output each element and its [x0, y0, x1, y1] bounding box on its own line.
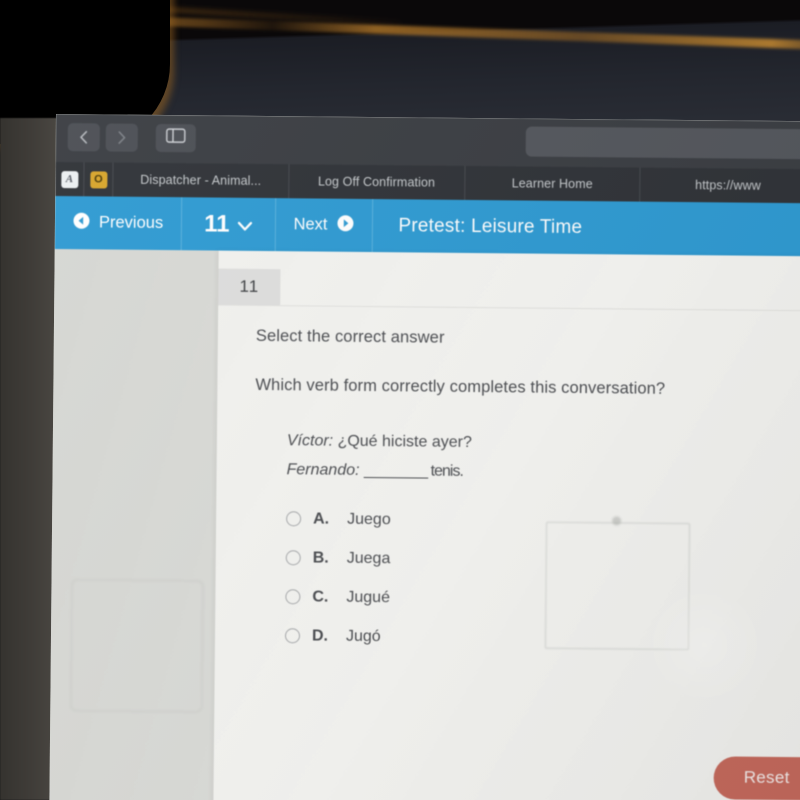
page-background: 11 Select the correct answer Which verb … — [49, 248, 800, 800]
favicon-a-button[interactable]: A — [55, 161, 85, 197]
tab-log-off-confirmation[interactable]: Log Off Confirmation — [288, 164, 466, 200]
option-letter: C. — [312, 587, 329, 606]
tab-learner-home[interactable]: Learner Home — [464, 165, 641, 202]
chevron-right-icon — [115, 130, 129, 146]
laptop-screen-photo: f2. A O Dispatcher - Animal... Log Off C… — [0, 0, 800, 800]
dialogue-speaker: Fernando: — [286, 461, 360, 479]
arrow-left-circle-icon — [73, 212, 90, 234]
back-button[interactable] — [67, 123, 100, 152]
question-card: 11 Select the correct answer Which verb … — [213, 250, 800, 800]
option-text: Juega — [346, 549, 391, 567]
dialogue-speaker: Víctor: — [286, 432, 334, 450]
option-d[interactable]: D. Jugó — [284, 616, 685, 659]
chevron-left-icon — [77, 129, 91, 145]
address-bar[interactable]: f2. — [525, 126, 800, 160]
option-b[interactable]: B. Juega — [285, 538, 686, 581]
answer-options: A. Juego B. Juega C. Jugué D. Jugó — [284, 499, 686, 659]
tab-dispatcher[interactable]: Dispatcher - Animal... — [113, 162, 290, 199]
option-text: Jugué — [346, 588, 391, 606]
chevron-down-icon — [236, 210, 252, 238]
option-letter: D. — [311, 626, 329, 645]
page-number: 11 — [204, 209, 230, 238]
card-divider — [218, 304, 800, 312]
option-a[interactable]: A. Juego — [286, 499, 686, 542]
assessment-title: Pretest: Leisure Time — [372, 199, 600, 254]
tab-label: Log Off Confirmation — [317, 174, 436, 190]
screen-reflection-left — [70, 579, 204, 713]
browser-window: f2. A O Dispatcher - Animal... Log Off C… — [49, 114, 800, 800]
option-text: Juego — [347, 510, 391, 528]
sidebar-toggle-button[interactable] — [155, 123, 196, 153]
favicon-a-icon: A — [60, 170, 78, 188]
option-letter: A. — [313, 509, 330, 528]
browser-toolbar: f2. — [55, 114, 800, 170]
favicon-o-button[interactable]: O — [84, 162, 114, 197]
previous-button[interactable]: Previous — [54, 195, 183, 251]
favicon-o-icon: O — [89, 170, 107, 188]
dialogue-text: ________ tenis. — [363, 461, 463, 480]
option-letter: B. — [312, 548, 329, 567]
radio-button-c[interactable] — [285, 589, 301, 605]
next-button[interactable]: Next — [275, 198, 373, 253]
assessment-title-text: Pretest: Leisure Time — [398, 214, 583, 238]
tab-current-page[interactable]: https://www — [640, 168, 800, 204]
question-text: Which verb form correctly completes this… — [255, 375, 666, 398]
option-text: Jugó — [345, 627, 381, 645]
arrow-right-circle-icon — [336, 214, 353, 236]
page-number-selector[interactable]: 11 — [181, 197, 276, 252]
previous-label: Previous — [98, 213, 164, 233]
reset-button[interactable]: Reset — [713, 756, 800, 800]
dialogue-text: ¿Qué hiciste ayer? — [337, 432, 472, 452]
radio-button-b[interactable] — [285, 550, 301, 566]
tab-label: https://www — [695, 178, 761, 193]
dialogue-block: Víctor: ¿Qué hiciste ayer? Fernando: ___… — [286, 427, 795, 489]
option-c[interactable]: C. Jugué — [285, 577, 685, 620]
dialogue-line-2: Fernando: ________ tenis. — [286, 456, 794, 490]
tab-label: Dispatcher - Animal... — [140, 172, 262, 188]
dialogue-line-1: Víctor: ¿Qué hiciste ayer? — [287, 427, 795, 461]
radio-button-d[interactable] — [284, 628, 301, 644]
sidebar-toggle-icon — [166, 128, 186, 148]
forward-button[interactable] — [105, 123, 138, 152]
next-label: Next — [293, 215, 328, 234]
question-content: Select the correct answer Which verb for… — [254, 327, 795, 490]
question-prompt: Select the correct answer — [255, 326, 445, 347]
radio-button-a[interactable] — [286, 511, 302, 527]
tab-label: Learner Home — [511, 176, 593, 192]
assessment-toolbar: Previous 11 Next Pretest: Leisure Time — [54, 195, 800, 257]
question-number-badge: 11 — [218, 268, 281, 306]
